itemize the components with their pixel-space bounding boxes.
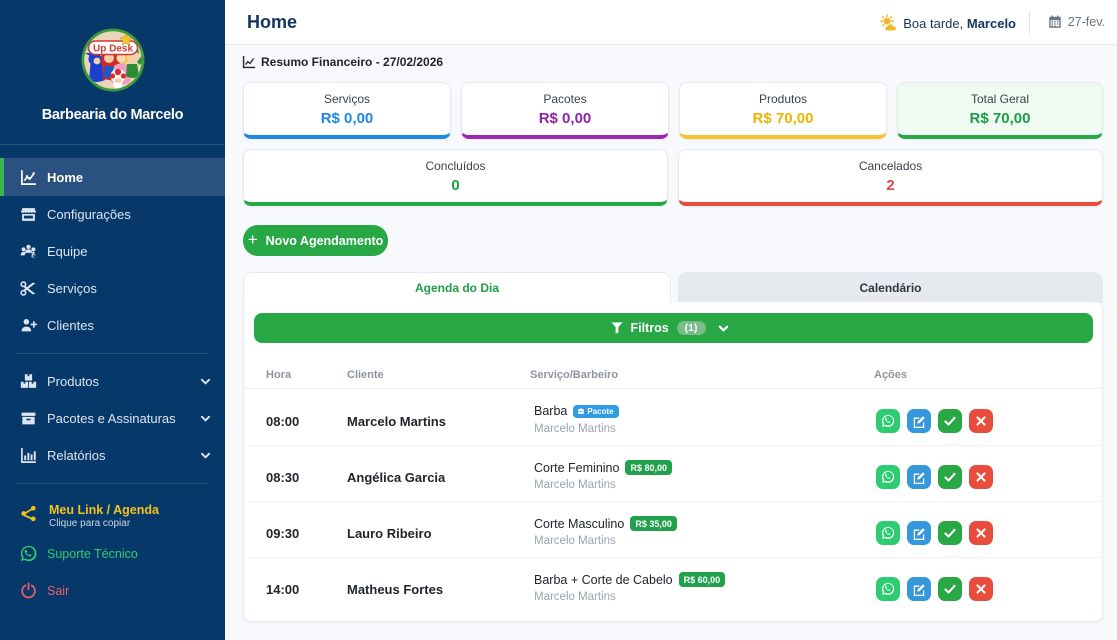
svg-text:Up Desk: Up Desk bbox=[92, 44, 132, 55]
